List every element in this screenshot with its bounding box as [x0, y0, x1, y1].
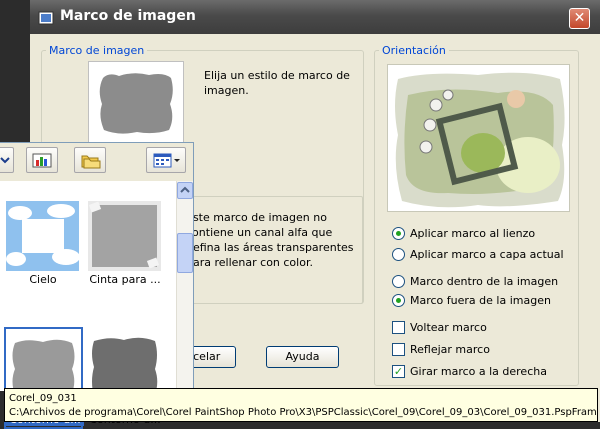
- thumb-cielo[interactable]: [6, 201, 79, 271]
- thumb-label: Cinta para ...: [89, 273, 161, 286]
- chevron-down-icon: [0, 157, 10, 164]
- frame-inside-radio[interactable]: [392, 274, 405, 288]
- flip-checkbox[interactable]: [392, 320, 405, 334]
- apply-layer-label: Aplicar marco a capa actual: [410, 247, 564, 261]
- close-button[interactable]: ✕: [569, 8, 590, 29]
- frame-description: Elija un estilo de marco de imagen.: [204, 69, 350, 97]
- option-mirror[interactable]: Reflejar marco: [392, 341, 490, 357]
- window-title: Marco de imagen: [60, 8, 196, 24]
- frame-group-legend: Marco de imagen: [49, 44, 145, 57]
- scroll-thumb[interactable]: [177, 233, 193, 273]
- option-rotate[interactable]: ✓ Girar marco a la derecha: [392, 363, 547, 379]
- thumb-label: Cielo: [29, 273, 57, 286]
- chart-icon: [32, 153, 52, 168]
- view-grid-icon: [153, 153, 180, 168]
- orientation-legend: Orientación: [382, 44, 446, 57]
- rotate-label: Girar marco a la derecha: [410, 364, 547, 378]
- thumbnail-scrollbar[interactable]: [176, 181, 193, 391]
- browser-toolbar: [0, 147, 194, 175]
- frame-browser: Cielo Cinta para ... Contorno d... C: [0, 142, 194, 429]
- option-apply-canvas[interactable]: Aplicar marco al lienzo: [392, 225, 535, 241]
- thumbnail-grid: Cielo Cinta para ... Contorno d... C: [0, 181, 176, 429]
- orientation-preview-image: [388, 65, 569, 211]
- tooltip-path: C:\Archivos de programa\Corel\Corel Pain…: [9, 407, 598, 418]
- frame-preview-image: [89, 62, 183, 146]
- app-icon: [38, 11, 54, 25]
- frame-inside-label: Marco dentro de la imagen: [410, 274, 559, 288]
- option-apply-layer[interactable]: Aplicar marco a capa actual: [392, 246, 564, 262]
- rotate-checkbox[interactable]: ✓: [392, 364, 405, 378]
- alpha-note: Este marco de imagen no contiene un cana…: [186, 211, 354, 269]
- arrow-up-icon: [180, 186, 190, 193]
- title-bar[interactable]: Marco de imagen ✕: [30, 0, 600, 34]
- flip-label: Voltear marco: [410, 320, 487, 334]
- frame-preview[interactable]: [88, 61, 184, 147]
- mirror-label: Reflejar marco: [410, 342, 490, 356]
- apply-canvas-radio[interactable]: [392, 226, 405, 240]
- folder-button[interactable]: [74, 147, 106, 173]
- help-button[interactable]: Ayuda: [266, 346, 339, 368]
- frame-tooltip: Corel_09_031 C:\Archivos de programa\Cor…: [4, 388, 598, 422]
- mirror-checkbox[interactable]: [392, 342, 405, 356]
- library-button[interactable]: [26, 147, 58, 173]
- orientation-preview: [387, 64, 570, 212]
- option-frame-inside[interactable]: Marco dentro de la imagen: [392, 273, 558, 289]
- view-menu-button[interactable]: [146, 147, 186, 173]
- option-flip[interactable]: Voltear marco: [392, 319, 487, 335]
- dropdown-button[interactable]: [0, 147, 14, 173]
- frame-outside-label: Marco fuera de la imagen: [410, 293, 551, 307]
- thumb-cinta[interactable]: [88, 201, 161, 271]
- tape-frame-thumbnail: [88, 201, 161, 271]
- option-frame-outside[interactable]: Marco fuera de la imagen: [392, 292, 551, 308]
- frame-outside-radio[interactable]: [392, 293, 405, 307]
- tooltip-name: Corel_09_031: [9, 393, 77, 404]
- sky-frame-thumbnail: [6, 201, 79, 271]
- apply-canvas-label: Aplicar marco al lienzo: [410, 226, 536, 240]
- apply-layer-radio[interactable]: [392, 247, 405, 261]
- scroll-up-button[interactable]: [177, 182, 193, 199]
- folder-icon: [81, 155, 101, 169]
